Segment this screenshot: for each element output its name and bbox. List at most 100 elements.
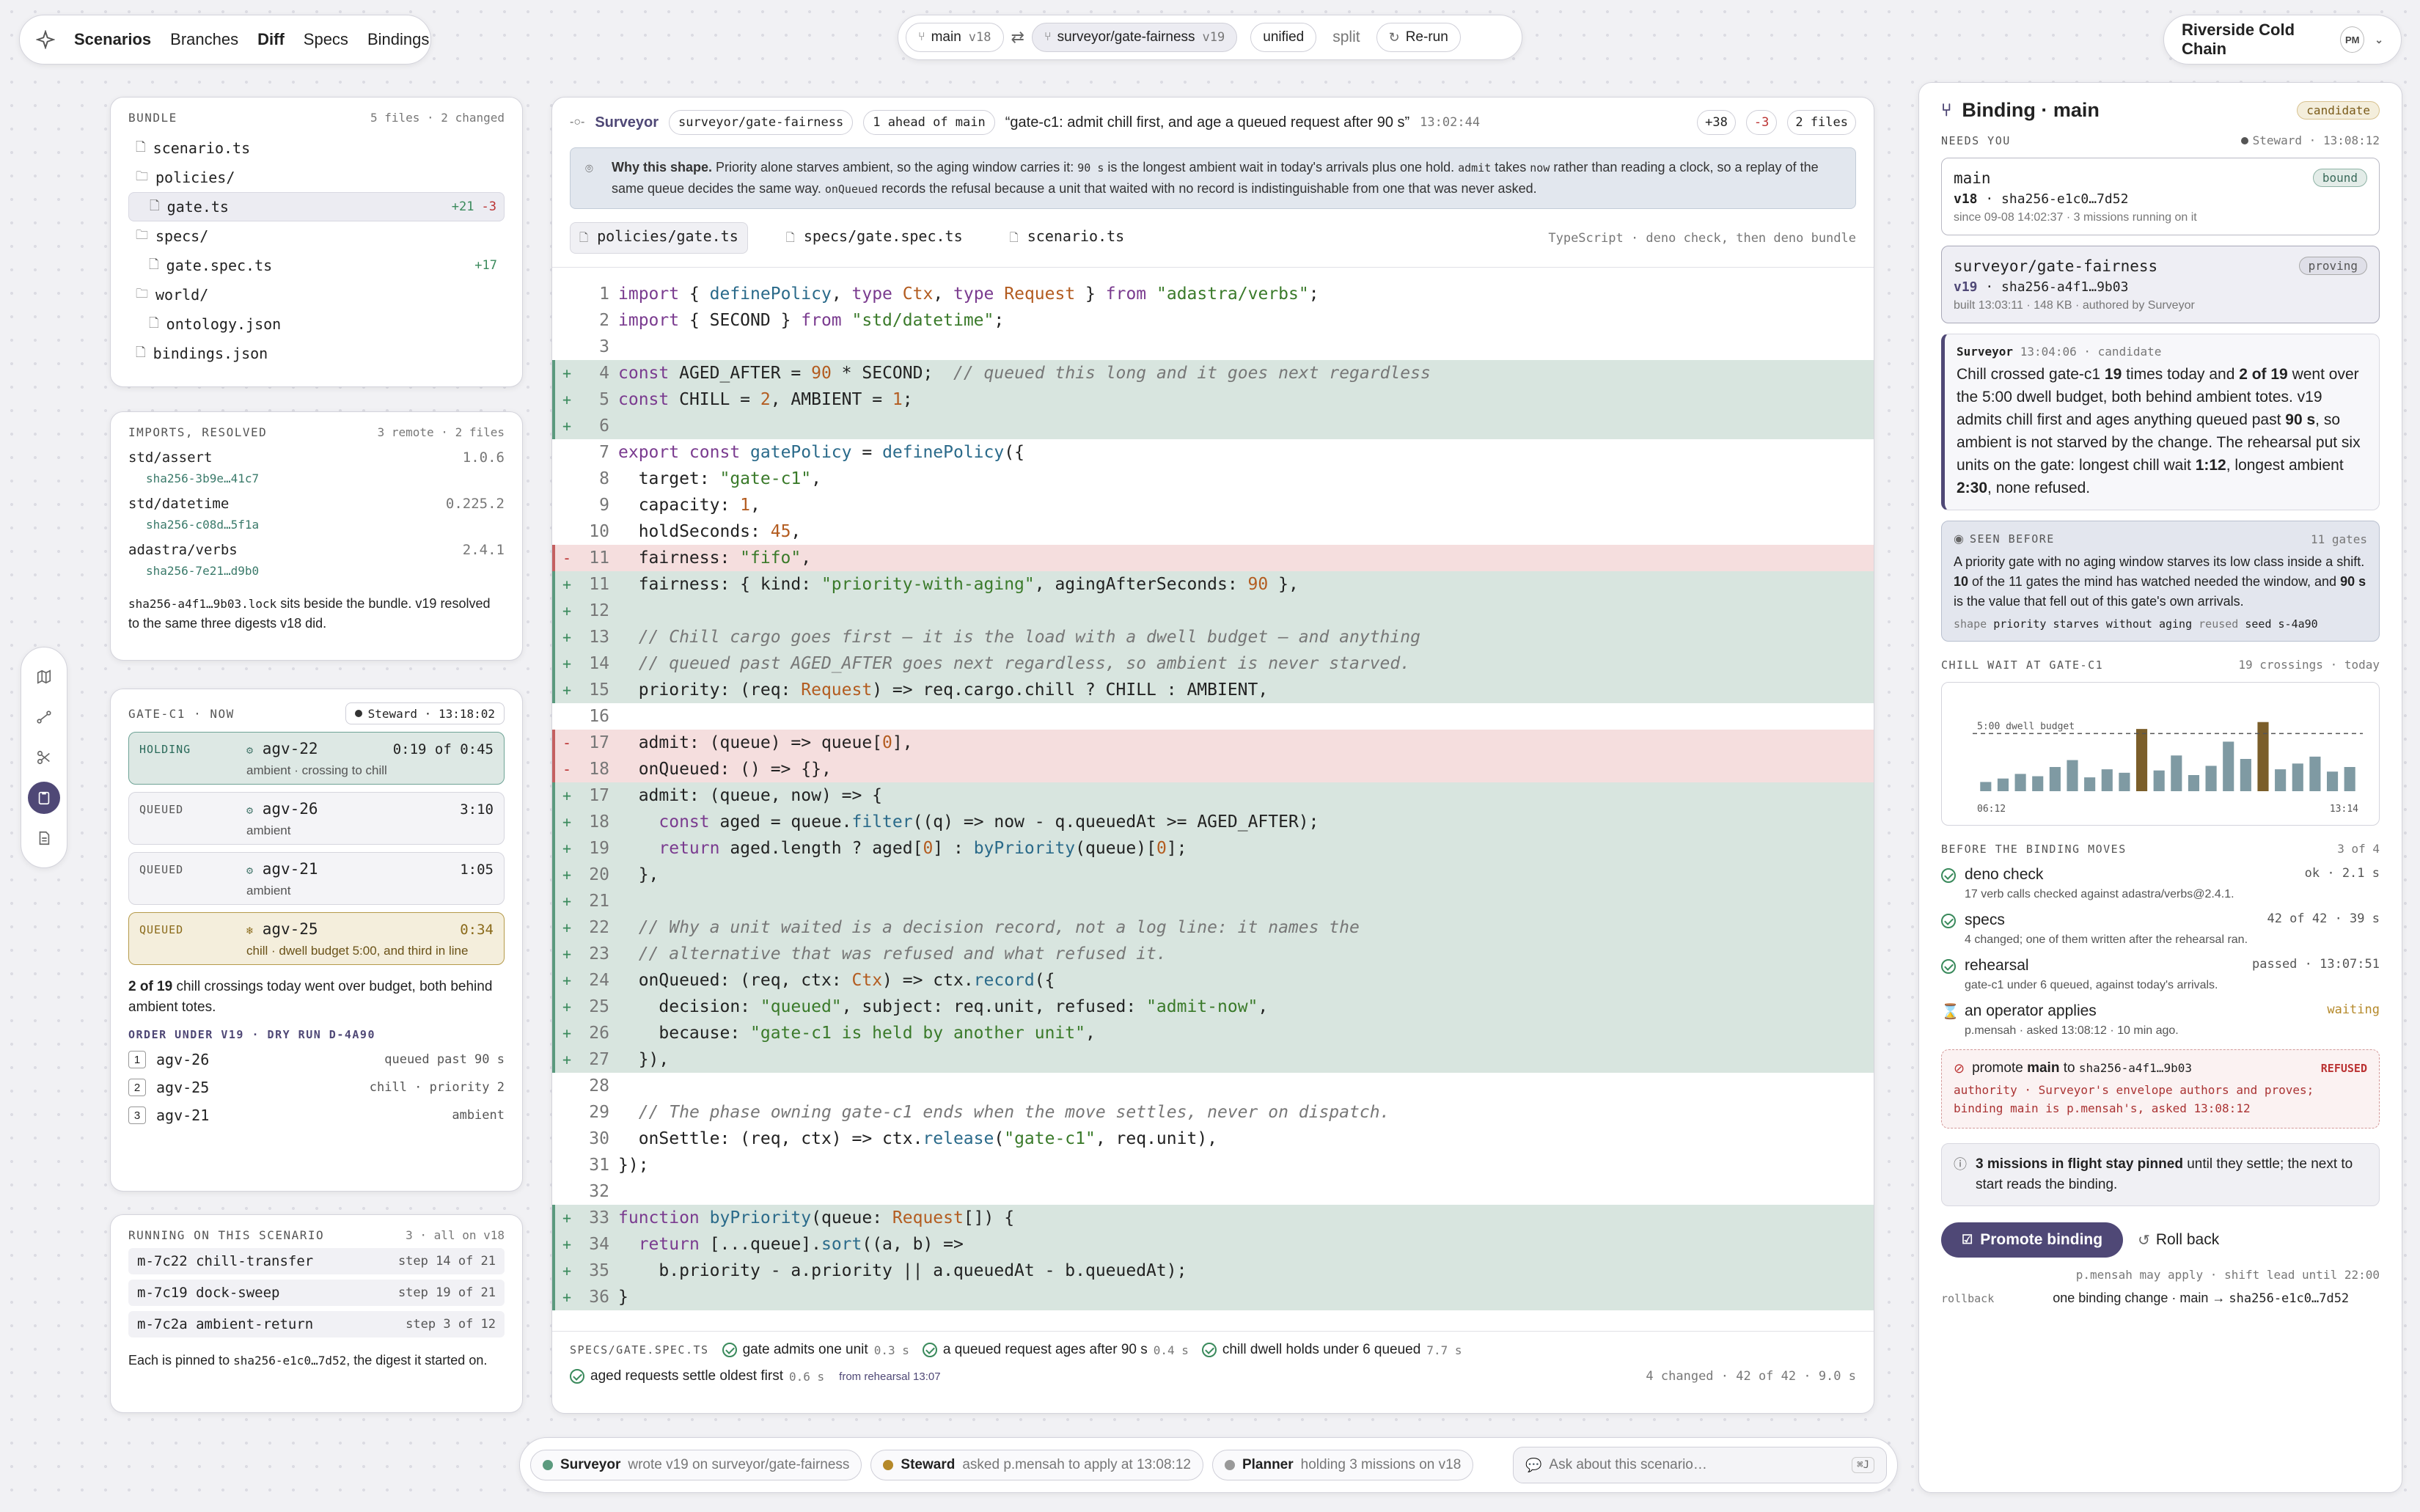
ask-box[interactable]: 💬 ⌘J [1513, 1447, 1887, 1483]
order-row: 1 agv-26 queued past 90 s [128, 1046, 505, 1074]
commit-author[interactable]: Surveyor [595, 114, 659, 131]
split-toggle[interactable]: split [1324, 29, 1368, 46]
spec-item[interactable]: a queued request ages after 90 s 0.4 s [922, 1342, 1189, 1358]
check-row[interactable]: ⌛ an operator applies waiting p.mensah · as… [1941, 1002, 2380, 1038]
files-badge: 2 files [1787, 110, 1856, 135]
code-line-added: +24 onQueued: (req, ctx: Ctx) => ctx.rec… [552, 967, 1874, 994]
promote-binding-button[interactable]: ☑ Promote binding [1941, 1222, 2124, 1258]
folder-icon: 🗀 [136, 227, 148, 243]
agent-bar: Surveyor wrote v19 on surveyor/gate-fairn… [519, 1437, 1898, 1493]
route-icon[interactable] [28, 701, 60, 733]
queue-state: QUEUED [139, 803, 184, 816]
code-line-added: +33 function byPriority(queue: Request[])… [552, 1205, 1874, 1231]
nav-item-branches[interactable]: Branches [170, 30, 238, 49]
code-line-removed: -11 fairness: "fifo", [552, 545, 1874, 571]
code-line: 9 capacity: 1, [599, 496, 760, 515]
tree-item[interactable]: 🗀 world/ [128, 280, 505, 309]
code-line-added: +34 return [...queue].sort((a, b) => [552, 1231, 1874, 1258]
tree-item[interactable]: 🗀 policies/ [128, 163, 505, 192]
info-icon: ⓘ [1954, 1157, 1967, 1172]
rerun-button[interactable]: ↻ Re-run [1376, 23, 1461, 52]
clipboard-icon[interactable] [28, 782, 60, 815]
nav-item-specs[interactable]: Specs [304, 30, 348, 49]
chart-bar [2084, 777, 2096, 791]
candidate-binding-card[interactable]: surveyor/gate-fairness proving v19 · sha2… [1941, 246, 2380, 323]
spec-item[interactable]: aged requests settle oldest first [590, 1368, 783, 1384]
code-line: 1 import { definePolicy, type Ctx, type R… [599, 285, 1319, 304]
import-row[interactable]: std/assert 1.0.6 [128, 449, 505, 466]
chart-bar [2257, 722, 2269, 791]
check-row[interactable]: deno check ok · 2.1 s 17 verb calls checke… [1941, 866, 2380, 901]
tree-item[interactable]: 🗋 gate.spec.ts +17 [128, 251, 505, 280]
bundle-panel: BUNDLE 5 files · 2 changed 🗋 scenario.ts … [110, 97, 523, 387]
mission-row[interactable]: m-7c22 chill-transfer step 14 of 21 [128, 1248, 505, 1274]
chevron-down-icon[interactable]: ⌄ [2375, 34, 2383, 46]
refused-card: ⊘ promote main to sha256-a4f1…9b03 REFUSED… [1941, 1049, 2380, 1129]
agent-chip-steward[interactable]: Steward asked p.mensah to apply at 13:08:… [870, 1450, 1203, 1480]
tab-gate-ts[interactable]: 🗋 policies/gate.ts [570, 222, 748, 254]
commit-time: 13:02:44 [1420, 115, 1481, 130]
swap-icon[interactable]: ⇄ [1011, 28, 1024, 47]
import-digest: sha256-3b9e…41c7 [146, 471, 260, 485]
ask-input[interactable] [1549, 1457, 1845, 1473]
nav-item-diff[interactable]: Diff [257, 30, 285, 49]
tab-scenario-ts[interactable]: 🗋 scenario.ts [1001, 223, 1134, 253]
code-line-added: +22 // Why a unit waited is a decision r… [552, 914, 1874, 941]
nav-app-title[interactable]: Scenarios [74, 30, 151, 49]
mission-row[interactable]: m-7c2a ambient-return step 3 of 12 [128, 1311, 505, 1337]
agent-chip-surveyor[interactable]: Surveyor wrote v19 on surveyor/gate-fairn… [530, 1450, 862, 1480]
rollback-button[interactable]: ↺ Roll back [2138, 1231, 2219, 1249]
chart-bar [2067, 760, 2078, 791]
check-row[interactable]: rehearsal passed · 13:07:51 gate-c1 under … [1941, 957, 2380, 992]
rollback-info: rollback one binding change · main → sha2… [1941, 1291, 2350, 1306]
folder-icon: 🗀 [136, 169, 148, 184]
code-line-added: +23 // alternative that was refused and … [552, 941, 1874, 967]
queue-card[interactable]: QUEUED ⚙ agv-26 ambient 3:10 [128, 792, 505, 845]
robot-icon: ⚙ [246, 804, 254, 817]
code-line-added: +5 const CHILL = 2, AMBIENT = 1; [552, 386, 1874, 413]
chart-bar [1997, 778, 2009, 791]
queue-agv: ⚙ agv-22 [246, 740, 318, 757]
agent-status-dot [543, 1460, 553, 1470]
base-branch-pill[interactable]: ⑂ main v18 [906, 23, 1004, 52]
spec-summary: 4 changed · 42 of 42 · 9.0 s [1646, 1369, 1856, 1384]
commit-icon: -○- [570, 116, 585, 128]
queue-sub: ambient [246, 884, 291, 898]
map-icon[interactable] [28, 661, 60, 693]
scissors-icon[interactable] [28, 741, 60, 774]
code-line-added: +26 because: "gate-c1 is held by another… [552, 1020, 1874, 1046]
code-line: 7 export const gatePolicy = definePolicy(… [599, 443, 1024, 462]
import-row[interactable]: adastra/verbs 2.4.1 [128, 542, 505, 558]
chart-bar [2188, 775, 2200, 791]
tree-item[interactable]: 🗋 scenario.ts [128, 133, 505, 163]
tab-gate-spec-ts[interactable]: 🗋 specs/gate.spec.ts [777, 223, 972, 253]
tree-item[interactable]: 🗀 specs/ [128, 221, 505, 251]
document-icon[interactable] [28, 822, 60, 854]
code-line-added: +27 }), [552, 1046, 1874, 1073]
tree-item[interactable]: 🗋 bindings.json [128, 339, 505, 368]
project-switcher[interactable]: Riverside Cold Chain PM ⌄ [2163, 15, 2402, 65]
check-row[interactable]: specs 42 of 42 · 39 s4 changed; one of th… [1941, 911, 2380, 947]
main-binding-card[interactable]: main bound v18 · sha256-e1c0…7d52 since 0… [1941, 158, 2380, 235]
chart-bar [2049, 767, 2061, 791]
nav-item-bindings[interactable]: Bindings [367, 30, 429, 49]
tree-item-selected[interactable]: 🗋 gate.ts +21 -3 [128, 192, 505, 221]
queue-time: 1:05 [460, 862, 494, 878]
mission-row[interactable]: m-7c19 dock-sweep step 19 of 21 [128, 1280, 505, 1306]
spec-item[interactable]: chill dwell holds under 6 queued 7.7 s [1201, 1342, 1462, 1358]
queue-card[interactable]: HOLDING ⚙ agv-22 ambient · crossing to c… [128, 732, 505, 785]
x-tick-label: 13:14 [2330, 804, 2358, 815]
tree-item[interactable]: 🗋 ontology.json [128, 309, 505, 339]
unified-toggle[interactable]: unified [1250, 23, 1317, 52]
queue-card[interactable]: QUEUED ❄ agv-25 chill · dwell budget 5:0… [128, 912, 505, 965]
code-line-added: +6 [552, 413, 1874, 439]
import-row[interactable]: std/datetime 0.225.2 [128, 496, 505, 512]
avatar[interactable]: PM [2340, 26, 2365, 53]
commit-branch[interactable]: surveyor/gate-fairness [669, 110, 854, 135]
agent-chip-planner[interactable]: Planner holding 3 missions on v18 [1211, 1450, 1474, 1480]
queue-card[interactable]: QUEUED ⚙ agv-21 ambient 1:05 [128, 852, 505, 905]
may-apply-note: p.mensah may apply · shift lead until 22… [2075, 1268, 2380, 1282]
gate-panel: GATE-C1 · NOW Steward · 13:18:02 HOLDING… [110, 689, 523, 1192]
spec-item[interactable]: gate admits one unit 0.3 s [722, 1342, 909, 1358]
head-branch-pill[interactable]: ⑂ surveyor/gate-fairness v19 [1031, 23, 1238, 52]
